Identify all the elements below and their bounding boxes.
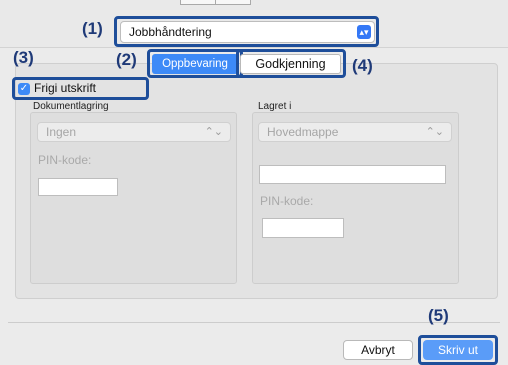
file-name-field[interactable] — [259, 165, 446, 184]
callout-3: (3) — [13, 48, 34, 67]
popup-stepper-icon: ▴▾ — [357, 25, 371, 39]
callout-5: (5) — [428, 306, 449, 325]
folder-value: Hovedmappe — [267, 125, 339, 139]
callout-2: (2) — [116, 50, 137, 69]
job-handling-popup[interactable]: Jobbhåndtering ▴▾ — [120, 21, 375, 43]
chevron-up-down-icon: ⌃⌄ — [204, 126, 223, 138]
storage-pin-field[interactable] — [38, 178, 118, 196]
bottom-separator — [8, 322, 500, 323]
release-print-label: Frigi utskrift — [34, 81, 97, 95]
chevron-up-down-icon: ⌃⌄ — [425, 126, 444, 138]
release-print-checkbox[interactable]: ✓ — [18, 83, 30, 95]
stored-in-pin-field[interactable] — [262, 218, 344, 238]
cancel-button[interactable]: Avbryt — [343, 340, 413, 360]
storage-pin-label: PIN-kode: — [38, 153, 92, 167]
tab-godkjenning[interactable]: Godkjenning — [240, 54, 341, 74]
print-button[interactable]: Skriv ut — [423, 340, 493, 360]
storage-mode-popup[interactable]: Ingen ⌃⌄ — [37, 122, 231, 142]
checkmark-icon: ✓ — [19, 83, 29, 94]
callout-4: (4) — [352, 56, 373, 75]
stored-in-pin-label: PIN-kode: — [260, 194, 314, 208]
tab-oppbevaring[interactable]: Oppbevaring — [152, 54, 238, 74]
folder-popup[interactable]: Hovedmappe ⌃⌄ — [258, 122, 452, 142]
top-tab-stub-right[interactable] — [215, 0, 251, 5]
document-storage-label: Dokumentlagring — [33, 101, 109, 112]
callout-1: (1) — [82, 19, 103, 38]
stored-in-label: Lagret i — [258, 101, 292, 112]
job-handling-popup-value: Jobbhåndtering — [129, 25, 212, 39]
top-tab-stub-left[interactable] — [180, 0, 216, 5]
storage-mode-value: Ingen — [46, 125, 77, 139]
